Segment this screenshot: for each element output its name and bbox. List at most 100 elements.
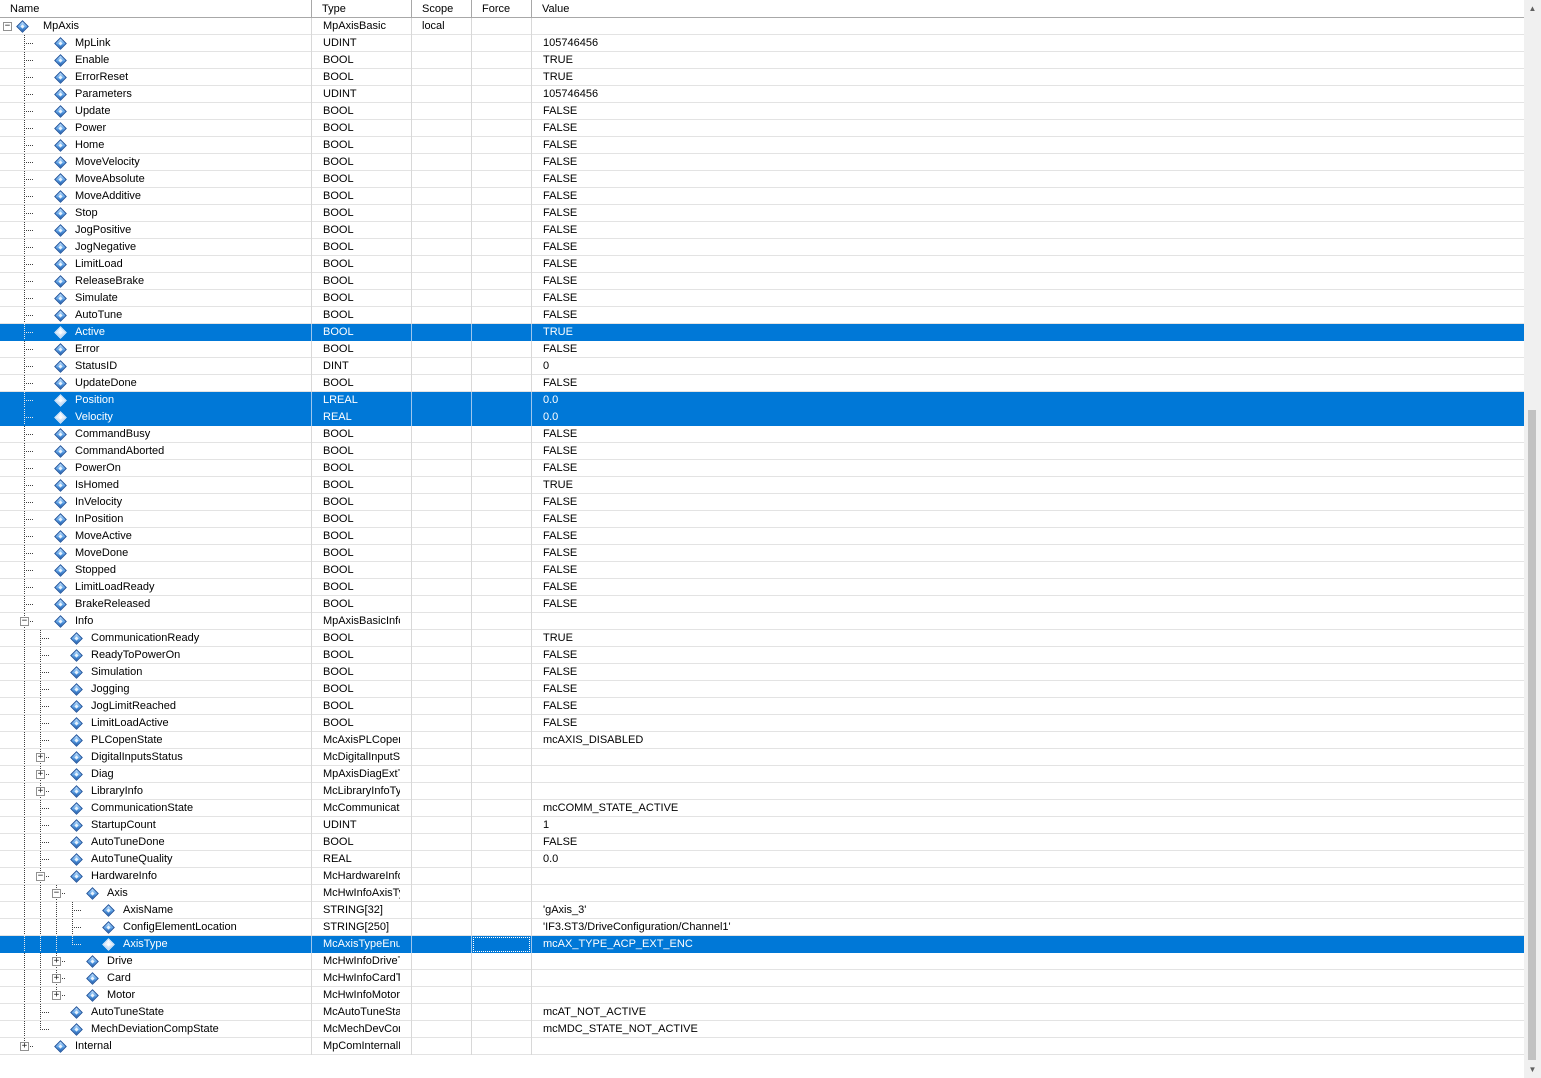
- tree-row[interactable]: Update BOOL FALSE: [0, 103, 1524, 120]
- tree-row[interactable]: StatusID DINT 0: [0, 358, 1524, 375]
- tree-row[interactable]: AutoTune BOOL FALSE: [0, 307, 1524, 324]
- row-value-cell[interactable]: FALSE: [532, 715, 1522, 731]
- row-force-cell[interactable]: [472, 52, 531, 68]
- row-force-cell[interactable]: [472, 902, 531, 918]
- tree-row[interactable]: AutoTuneQuality REAL 0.0: [0, 851, 1524, 868]
- row-value-cell[interactable]: 1: [532, 817, 1522, 833]
- tree-row[interactable]: + LibraryInfo McLibraryInfoTy: [0, 783, 1524, 800]
- row-value-cell[interactable]: [532, 766, 1522, 782]
- row-force-cell[interactable]: [472, 358, 531, 374]
- row-value-cell[interactable]: FALSE: [532, 341, 1522, 357]
- row-force-cell[interactable]: [472, 154, 531, 170]
- tree-row[interactable]: Stopped BOOL FALSE: [0, 562, 1524, 579]
- column-header-scope[interactable]: Scope: [412, 0, 472, 18]
- tree-row[interactable]: Simulation BOOL FALSE: [0, 664, 1524, 681]
- tree-row[interactable]: Simulate BOOL FALSE: [0, 290, 1524, 307]
- row-value-cell[interactable]: FALSE: [532, 188, 1522, 204]
- tree-row[interactable]: ErrorReset BOOL TRUE: [0, 69, 1524, 86]
- row-force-cell[interactable]: [472, 1004, 531, 1020]
- row-value-cell[interactable]: FALSE: [532, 443, 1522, 459]
- row-value-cell[interactable]: [532, 749, 1522, 765]
- tree-row[interactable]: − HardwareInfo McHardwareInfo: [0, 868, 1524, 885]
- tree-row[interactable]: ReadyToPowerOn BOOL FALSE: [0, 647, 1524, 664]
- row-value-cell[interactable]: FALSE: [532, 545, 1522, 561]
- row-value-cell[interactable]: FALSE: [532, 120, 1522, 136]
- row-value-cell[interactable]: 0.0: [532, 409, 1522, 425]
- column-header-name[interactable]: Name: [0, 0, 312, 18]
- tree-row[interactable]: CommunicationState McCommunicatic mcCOMM_S…: [0, 800, 1524, 817]
- row-force-cell[interactable]: [472, 783, 531, 799]
- row-force-cell[interactable]: [472, 817, 531, 833]
- row-value-cell[interactable]: mcMDC_STATE_NOT_ACTIVE: [532, 1021, 1522, 1037]
- row-force-cell[interactable]: [472, 426, 531, 442]
- row-force-cell[interactable]: [472, 1021, 531, 1037]
- row-value-cell[interactable]: FALSE: [532, 494, 1522, 510]
- tree-row[interactable]: InVelocity BOOL FALSE: [0, 494, 1524, 511]
- tree-row[interactable]: Active BOOL TRUE: [0, 324, 1524, 341]
- row-value-cell[interactable]: [532, 18, 1522, 34]
- row-value-cell[interactable]: 0.0: [532, 851, 1522, 867]
- column-header-value[interactable]: Value: [532, 0, 1524, 18]
- row-force-cell[interactable]: [472, 511, 531, 527]
- row-force-cell[interactable]: [472, 222, 531, 238]
- tree-row[interactable]: JogNegative BOOL FALSE: [0, 239, 1524, 256]
- row-force-cell[interactable]: [472, 545, 531, 561]
- tree-row[interactable]: MoveVelocity BOOL FALSE: [0, 154, 1524, 171]
- row-value-cell[interactable]: FALSE: [532, 103, 1522, 119]
- row-force-cell[interactable]: [472, 137, 531, 153]
- row-value-cell[interactable]: [532, 885, 1522, 901]
- row-force-cell[interactable]: [472, 715, 531, 731]
- row-force-cell[interactable]: [472, 766, 531, 782]
- row-force-cell[interactable]: [472, 188, 531, 204]
- row-value-cell[interactable]: mcAXIS_DISABLED: [532, 732, 1522, 748]
- tree-row[interactable]: AxisName STRING[32] 'gAxis_3': [0, 902, 1524, 919]
- tree-row[interactable]: + Diag MpAxisDiagExtT: [0, 766, 1524, 783]
- row-value-cell[interactable]: FALSE: [532, 137, 1522, 153]
- tree-row[interactable]: ReleaseBrake BOOL FALSE: [0, 273, 1524, 290]
- vertical-scrollbar[interactable]: ▲ ▼: [1524, 0, 1541, 1078]
- tree-row[interactable]: AutoTuneState McAutoTuneSta mcAT_NOT_ACTIV…: [0, 1004, 1524, 1021]
- row-force-cell[interactable]: [472, 273, 531, 289]
- tree-row[interactable]: Error BOOL FALSE: [0, 341, 1524, 358]
- row-force-cell[interactable]: [472, 953, 531, 969]
- row-value-cell[interactable]: FALSE: [532, 290, 1522, 306]
- row-force-cell[interactable]: [472, 800, 531, 816]
- collapse-toggle-icon[interactable]: −: [52, 889, 61, 898]
- scroll-down-arrow-icon[interactable]: ▼: [1524, 1061, 1541, 1078]
- expand-toggle-icon[interactable]: +: [52, 974, 61, 983]
- row-value-cell[interactable]: TRUE: [532, 477, 1522, 493]
- tree-row[interactable]: ConfigElementLocation STRING[250] 'IF3.ST3…: [0, 919, 1524, 936]
- tree-row[interactable]: UpdateDone BOOL FALSE: [0, 375, 1524, 392]
- tree-row[interactable]: LimitLoadActive BOOL FALSE: [0, 715, 1524, 732]
- row-value-cell[interactable]: [532, 613, 1522, 629]
- row-force-cell[interactable]: [472, 290, 531, 306]
- row-force-cell[interactable]: [472, 324, 531, 340]
- row-force-cell[interactable]: [472, 664, 531, 680]
- row-value-cell[interactable]: [532, 783, 1522, 799]
- row-value-cell[interactable]: FALSE: [532, 647, 1522, 663]
- tree-row[interactable]: Stop BOOL FALSE: [0, 205, 1524, 222]
- tree-row[interactable]: + DigitalInputsStatus McDigitalInputSt: [0, 749, 1524, 766]
- expand-toggle-icon[interactable]: +: [36, 787, 45, 796]
- tree-row[interactable]: MoveActive BOOL FALSE: [0, 528, 1524, 545]
- row-force-cell[interactable]: [472, 392, 531, 408]
- row-value-cell[interactable]: 'gAxis_3': [532, 902, 1522, 918]
- tree-row[interactable]: IsHomed BOOL TRUE: [0, 477, 1524, 494]
- row-value-cell[interactable]: TRUE: [532, 69, 1522, 85]
- row-value-cell[interactable]: FALSE: [532, 307, 1522, 323]
- tree-row[interactable]: + Drive McHwInfoDriveT: [0, 953, 1524, 970]
- tree-row[interactable]: JogLimitReached BOOL FALSE: [0, 698, 1524, 715]
- tree-row[interactable]: + Motor McHwInfoMotor: [0, 987, 1524, 1004]
- row-value-cell[interactable]: FALSE: [532, 375, 1522, 391]
- row-value-cell[interactable]: FALSE: [532, 239, 1522, 255]
- collapse-toggle-icon[interactable]: −: [20, 617, 29, 626]
- row-force-cell[interactable]: [472, 171, 531, 187]
- tree-row[interactable]: JogPositive BOOL FALSE: [0, 222, 1524, 239]
- row-force-cell[interactable]: [472, 613, 531, 629]
- tree-row[interactable]: − Axis McHwInfoAxisTy: [0, 885, 1524, 902]
- row-force-cell[interactable]: [472, 596, 531, 612]
- tree-row[interactable]: + Internal MpComInternalD: [0, 1038, 1524, 1055]
- tree-row[interactable]: − Info MpAxisBasicInfo: [0, 613, 1524, 630]
- tree-row[interactable]: Parameters UDINT 105746456: [0, 86, 1524, 103]
- row-force-cell[interactable]: [472, 205, 531, 221]
